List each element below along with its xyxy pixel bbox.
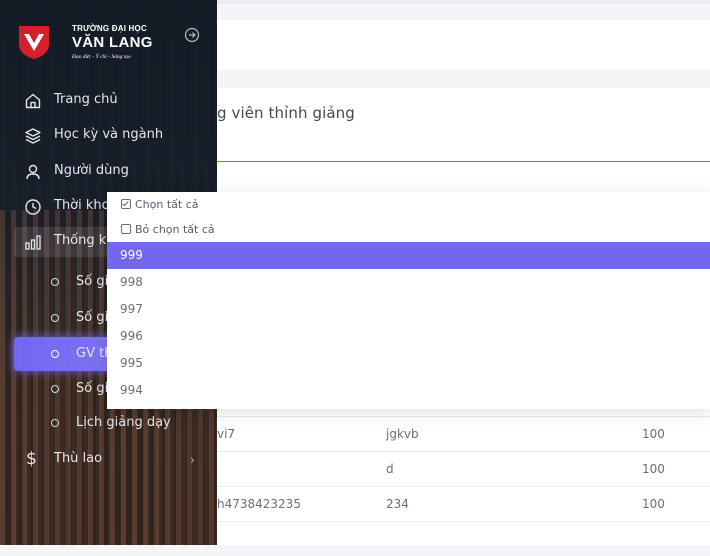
sidebar-item-home[interactable]: Trang chủ (14, 86, 217, 116)
dropdown-option-label: 996 (120, 329, 143, 343)
deselect-all-label: Bỏ chọn tất cả (135, 223, 215, 236)
table-row: h4738423235 234 100 (217, 486, 710, 521)
dropdown-option[interactable]: 996 (107, 323, 710, 350)
user-icon (26, 164, 40, 180)
sidebar-subitem-label: Số gi (76, 274, 109, 289)
circle-icon (51, 419, 59, 427)
dropdown-option-label: 999 (120, 248, 143, 262)
table-row: d 100 (217, 451, 710, 486)
brand-university-label: TRƯỜNG ĐẠI HỌC (72, 24, 147, 33)
dropdown-option[interactable]: 997 (107, 296, 710, 323)
page-title: g viên thỉnh giảng (217, 104, 355, 122)
circle-icon (51, 314, 59, 322)
navbar (217, 20, 710, 70)
table-cell: 100 (642, 427, 665, 441)
table-row: vi7 jgkvb 100 (217, 416, 710, 451)
bar-chart-icon (25, 235, 41, 250)
collapse-sidebar-icon[interactable] (184, 27, 200, 43)
sidebar-item-payment[interactable]: $ Thù lao › (14, 445, 217, 475)
sidebar-item-label: Thù lao (54, 451, 103, 466)
sidebar-subitem-label: Số gi (76, 381, 109, 396)
checkbox-checked-icon (121, 199, 131, 209)
dropdown-option[interactable]: 999 (107, 242, 710, 269)
checkbox-empty-icon (121, 224, 131, 234)
sidebar-subitem-teaching-schedule[interactable]: Lịch giảng dạy (14, 406, 217, 440)
semester-select[interactable] (217, 161, 710, 193)
sidebar-item-semester[interactable]: Học kỳ và ngành (14, 121, 217, 151)
semester-dropdown-menu: Chọn tất cả Bỏ chọn tất cả 999 998 997 9… (107, 192, 710, 409)
dropdown-option[interactable]: 995 (107, 350, 710, 377)
sidebar-item-label: Trang chủ (54, 92, 118, 107)
university-logo-icon (19, 26, 49, 59)
table-row (217, 521, 710, 556)
clock-icon (25, 199, 41, 215)
sidebar-subitem-label: Số gi (76, 310, 109, 325)
sidebar-item-label: Thời kho (54, 198, 110, 213)
table-cell: 234 (386, 497, 409, 511)
table-cell: 100 (642, 462, 665, 476)
layers-icon (25, 128, 41, 144)
select-all-button[interactable]: Chọn tất cả (121, 198, 199, 211)
sidebar-item-label: Học kỳ và ngành (54, 127, 164, 142)
dropdown-option-label: 997 (120, 302, 143, 316)
table-cell: d (386, 462, 394, 476)
circle-icon (51, 385, 59, 393)
brand-name: VĂN LANG (72, 34, 153, 51)
deselect-all-button[interactable]: Bỏ chọn tất cả (121, 223, 215, 236)
dropdown-option-label: 998 (120, 275, 143, 289)
dropdown-option[interactable]: 998 (107, 269, 710, 296)
dollar-icon: $ (26, 449, 37, 469)
circle-icon (51, 278, 59, 286)
table-cell: 100 (642, 497, 665, 511)
dropdown-option[interactable]: 994 (107, 377, 710, 404)
table-cell: vi7 (217, 427, 236, 441)
select-all-label: Chọn tất cả (135, 198, 199, 211)
home-icon (25, 93, 41, 109)
brand-slogan: Đạo đức - Ý chí - Sáng tạo (72, 54, 131, 60)
circle-icon (51, 350, 59, 358)
dropdown-option-label: 995 (120, 356, 143, 370)
sidebar-item-users[interactable]: Người dùng (14, 157, 217, 187)
dropdown-option-label: 994 (120, 383, 143, 397)
table-cell: h4738423235 (217, 497, 301, 511)
table-cell: jgkvb (386, 427, 419, 441)
chevron-right-icon: › (190, 453, 195, 467)
sidebar-subitem-label: Lịch giảng dạy (76, 415, 171, 430)
sidebar-item-label: Thống k (54, 233, 107, 248)
sidebar-item-label: Người dùng (54, 163, 129, 178)
